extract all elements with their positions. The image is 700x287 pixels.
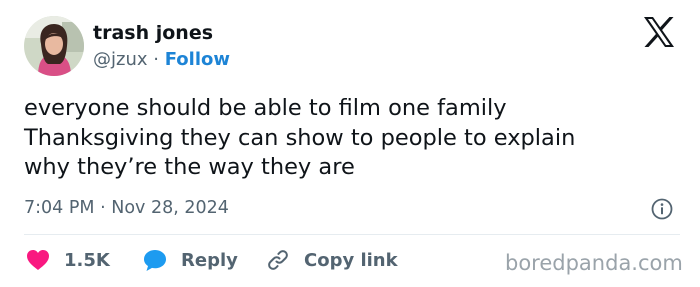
copy-link-button[interactable]: Copy link — [266, 247, 398, 273]
tweet-time: 7:04 PM — [24, 198, 95, 218]
avatar-image — [24, 16, 84, 76]
reply-button[interactable]: Reply — [143, 247, 238, 273]
handle-separator: · — [153, 49, 159, 70]
author-handle[interactable]: @jzux — [93, 49, 148, 70]
watermark: boredpanda.com — [505, 251, 683, 275]
author-name[interactable]: trash jones — [93, 21, 213, 45]
copy-link-label: Copy link — [304, 249, 398, 271]
speech-bubble-icon — [144, 250, 166, 271]
tweet-line-1: everyone should be able to film one fami… — [24, 95, 507, 121]
tweet-timestamp[interactable]: 7:04 PM · Nov 28, 2024 — [24, 196, 229, 220]
avatar[interactable] — [24, 16, 84, 76]
timestamp-separator: · — [100, 198, 106, 218]
tweet-text: everyone should be able to film one fami… — [24, 94, 684, 183]
tweet-line-3: why they’re the way they are — [24, 154, 355, 180]
divider — [24, 234, 680, 235]
heart-icon — [27, 250, 49, 270]
reply-label: Reply — [181, 249, 238, 271]
like-count: 1.5K — [64, 249, 110, 271]
tweet-date: Nov 28, 2024 — [111, 198, 229, 218]
x-logo-icon[interactable] — [643, 17, 675, 47]
follow-button[interactable]: Follow — [165, 49, 230, 70]
tweet-line-2: Thanksgiving they can show to people to … — [24, 124, 576, 151]
link-icon — [268, 250, 288, 270]
info-icon[interactable] — [651, 198, 673, 220]
handle-row: @jzux · Follow — [93, 48, 230, 72]
like-button[interactable]: 1.5K — [26, 247, 110, 273]
